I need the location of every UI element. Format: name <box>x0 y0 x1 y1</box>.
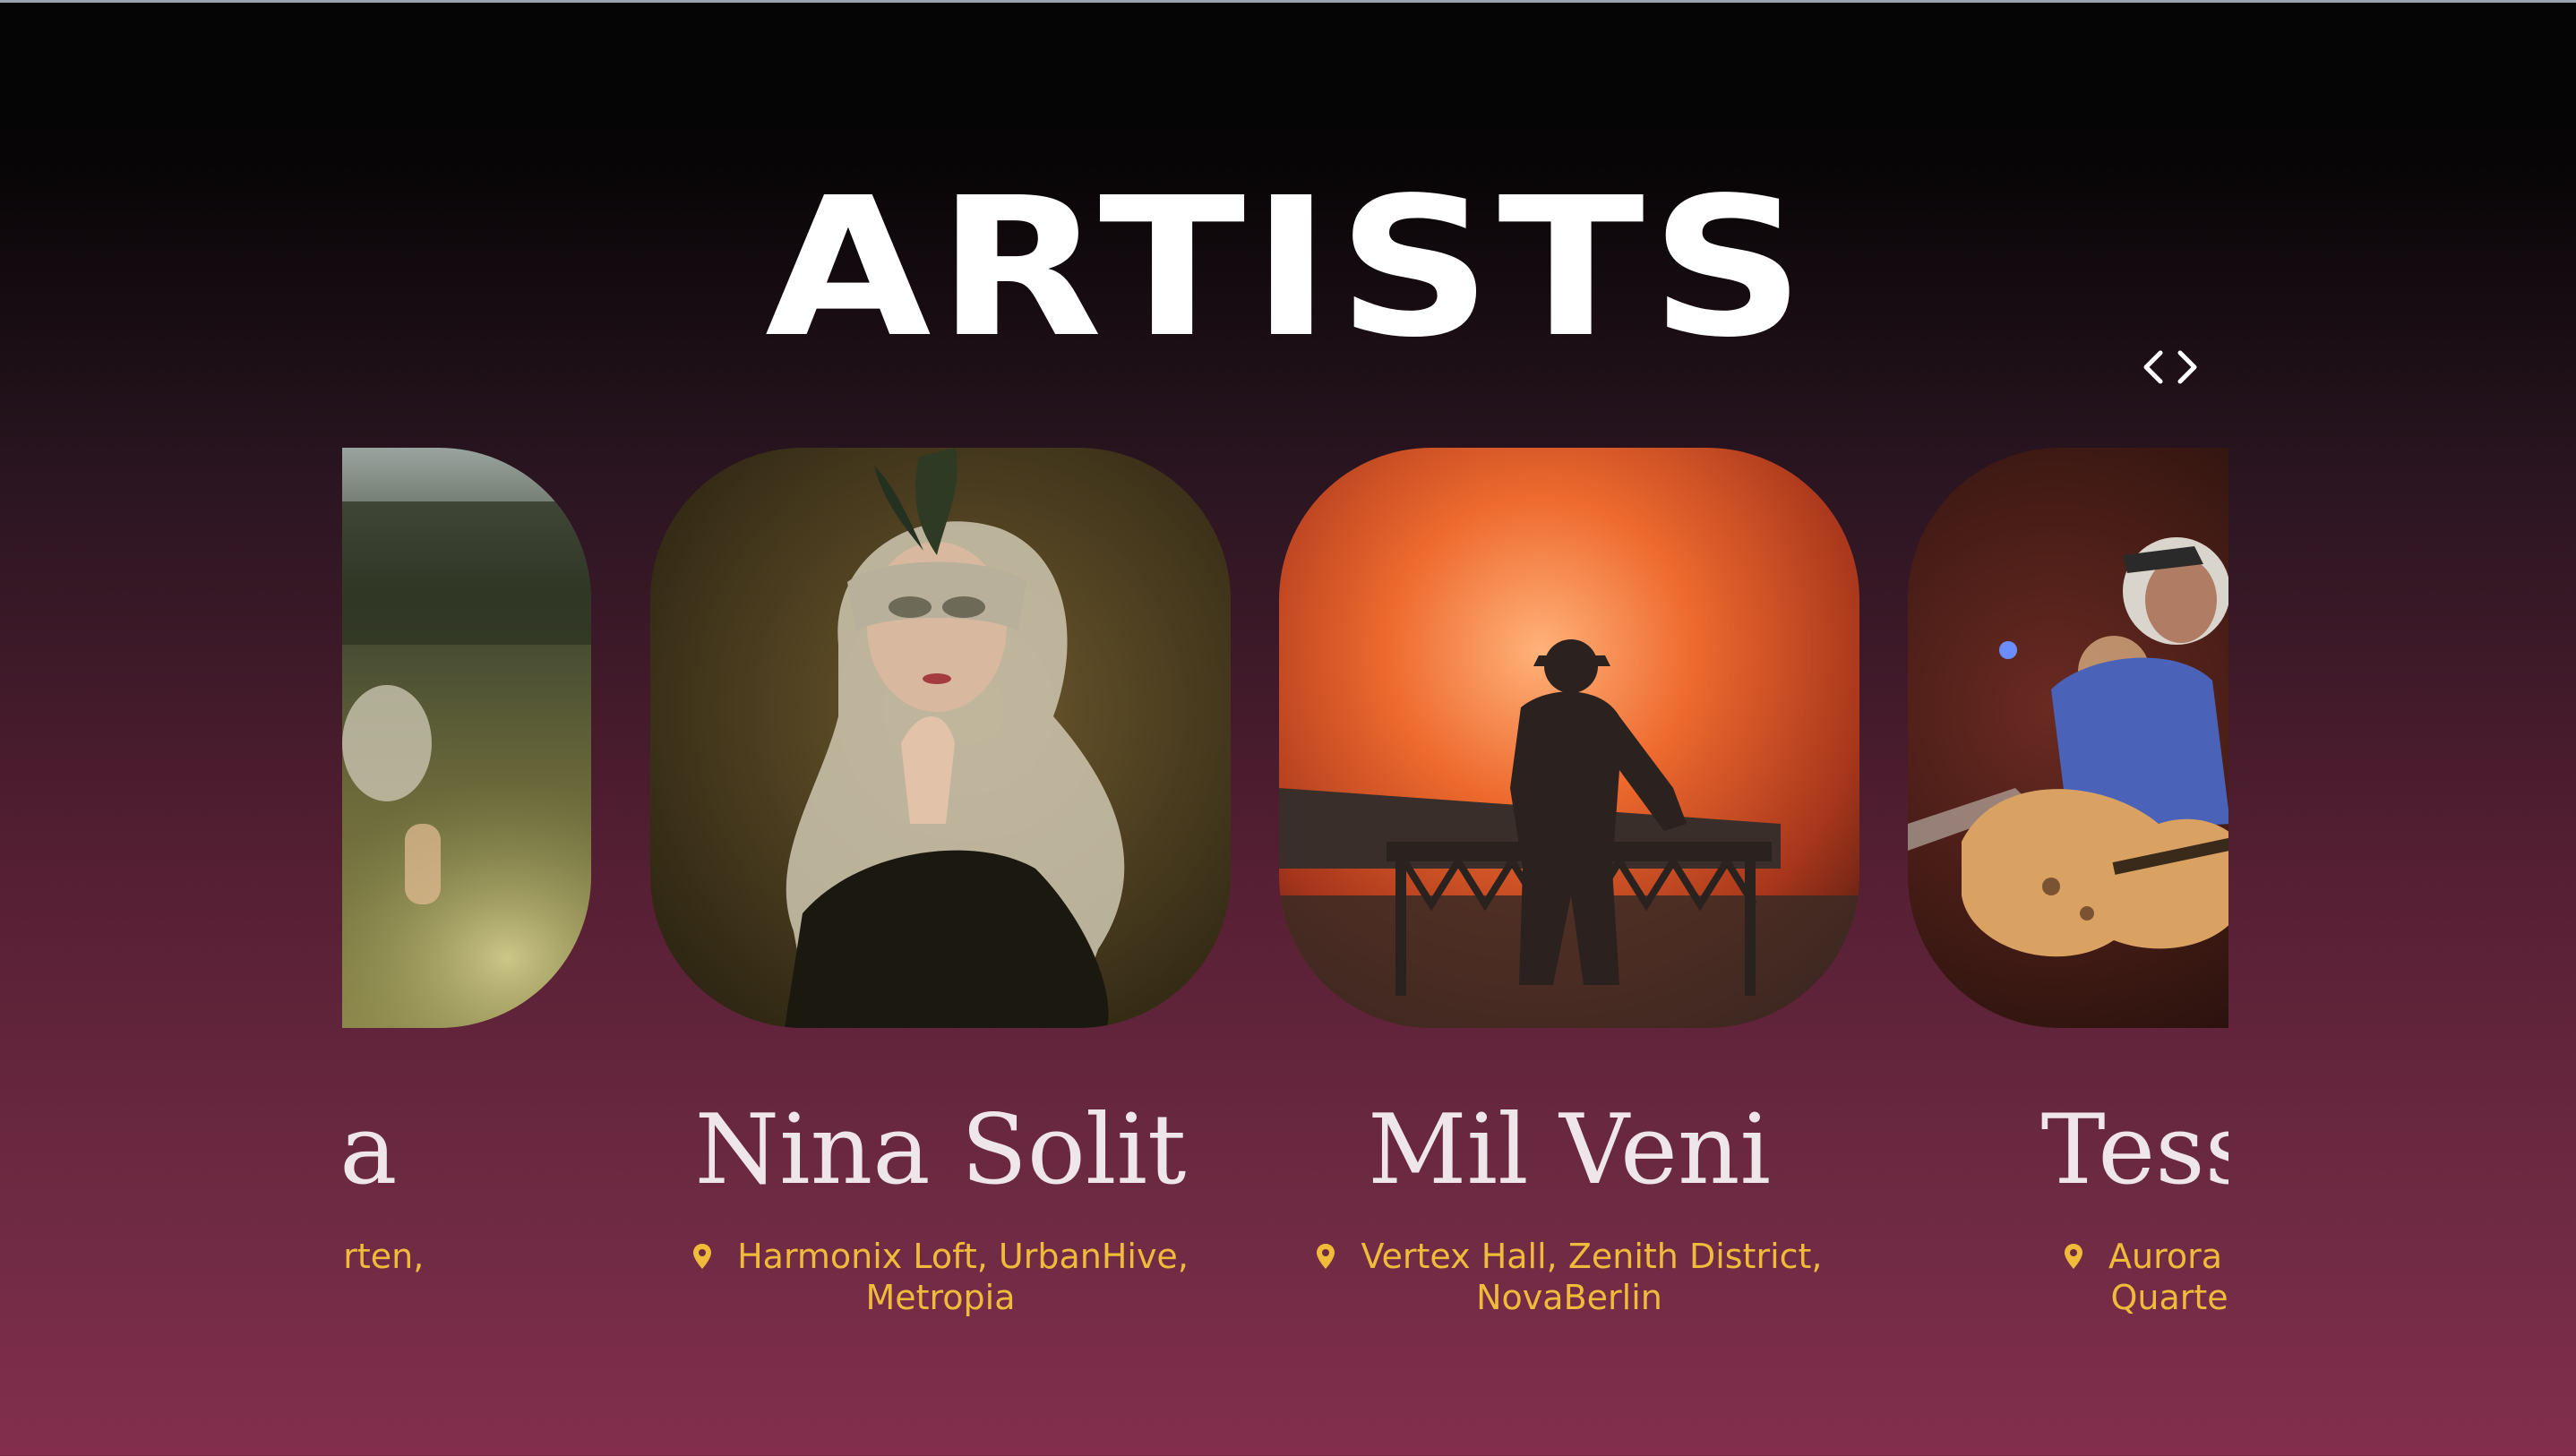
artist-venue: ElectroGarten, aria <box>342 1236 591 1318</box>
carousel-next-button[interactable] <box>2173 340 2203 394</box>
artist-photo-image <box>342 448 591 1028</box>
artist-card[interactable]: lara ElectroGarten, aria <box>342 439 591 1343</box>
venue-line-1: Aurora Comp <box>2108 1237 2228 1276</box>
artist-carousel[interactable]: lara ElectroGarten, aria <box>342 439 2228 1352</box>
map-pin-icon <box>1316 1243 1335 1270</box>
venue-line-2: Quarter, E <box>2110 1278 2229 1317</box>
artist-venue: Aurora Comp Quarter, E <box>1908 1236 2228 1318</box>
carousel-prev-button[interactable] <box>2137 340 2168 394</box>
map-pin-icon <box>692 1243 712 1270</box>
chevron-right-icon <box>2177 350 2197 384</box>
carousel-nav <box>2137 340 2203 394</box>
artist-name: lara <box>342 1094 398 1206</box>
venue-line-2: aria <box>342 1277 591 1318</box>
artist-photo-image <box>650 448 1231 1028</box>
artist-photo[interactable] <box>342 448 591 1028</box>
map-pin-icon <box>2064 1243 2083 1270</box>
artist-card[interactable]: Tess V Aurora Comp Quarter, E <box>1908 439 2228 1343</box>
artist-name: Nina Solit <box>694 1094 1187 1206</box>
artist-photo-image <box>1279 448 1859 1028</box>
artist-photo[interactable] <box>650 448 1231 1028</box>
artist-name: Tess V <box>2040 1094 2228 1206</box>
venue-line-1: Harmonix Loft, UrbanHive, <box>737 1237 1189 1276</box>
artist-venue: Harmonix Loft, UrbanHive, Metropia <box>650 1236 1231 1318</box>
venue-line-1: ElectroGarten, <box>342 1237 425 1276</box>
chevron-left-icon <box>2143 350 2163 384</box>
artist-name: Mil Veni <box>1367 1094 1772 1206</box>
venue-line-1: Vertex Hall, Zenith District, <box>1361 1237 1823 1276</box>
artist-card[interactable]: Nina Solit Harmonix Loft, UrbanHive, Met… <box>650 439 1231 1343</box>
artist-card[interactable]: Mil Veni Vertex Hall, Zenith District, N… <box>1279 439 1859 1343</box>
artist-photo-image <box>1908 448 2228 1028</box>
venue-line-2: NovaBerlin <box>1476 1278 1662 1317</box>
artist-venue: Vertex Hall, Zenith District, NovaBerlin <box>1279 1236 1859 1318</box>
artist-photo[interactable] <box>1908 448 2228 1028</box>
top-border <box>0 0 2576 3</box>
artist-photo[interactable] <box>1279 448 1859 1028</box>
venue-line-2: Metropia <box>865 1278 1016 1317</box>
